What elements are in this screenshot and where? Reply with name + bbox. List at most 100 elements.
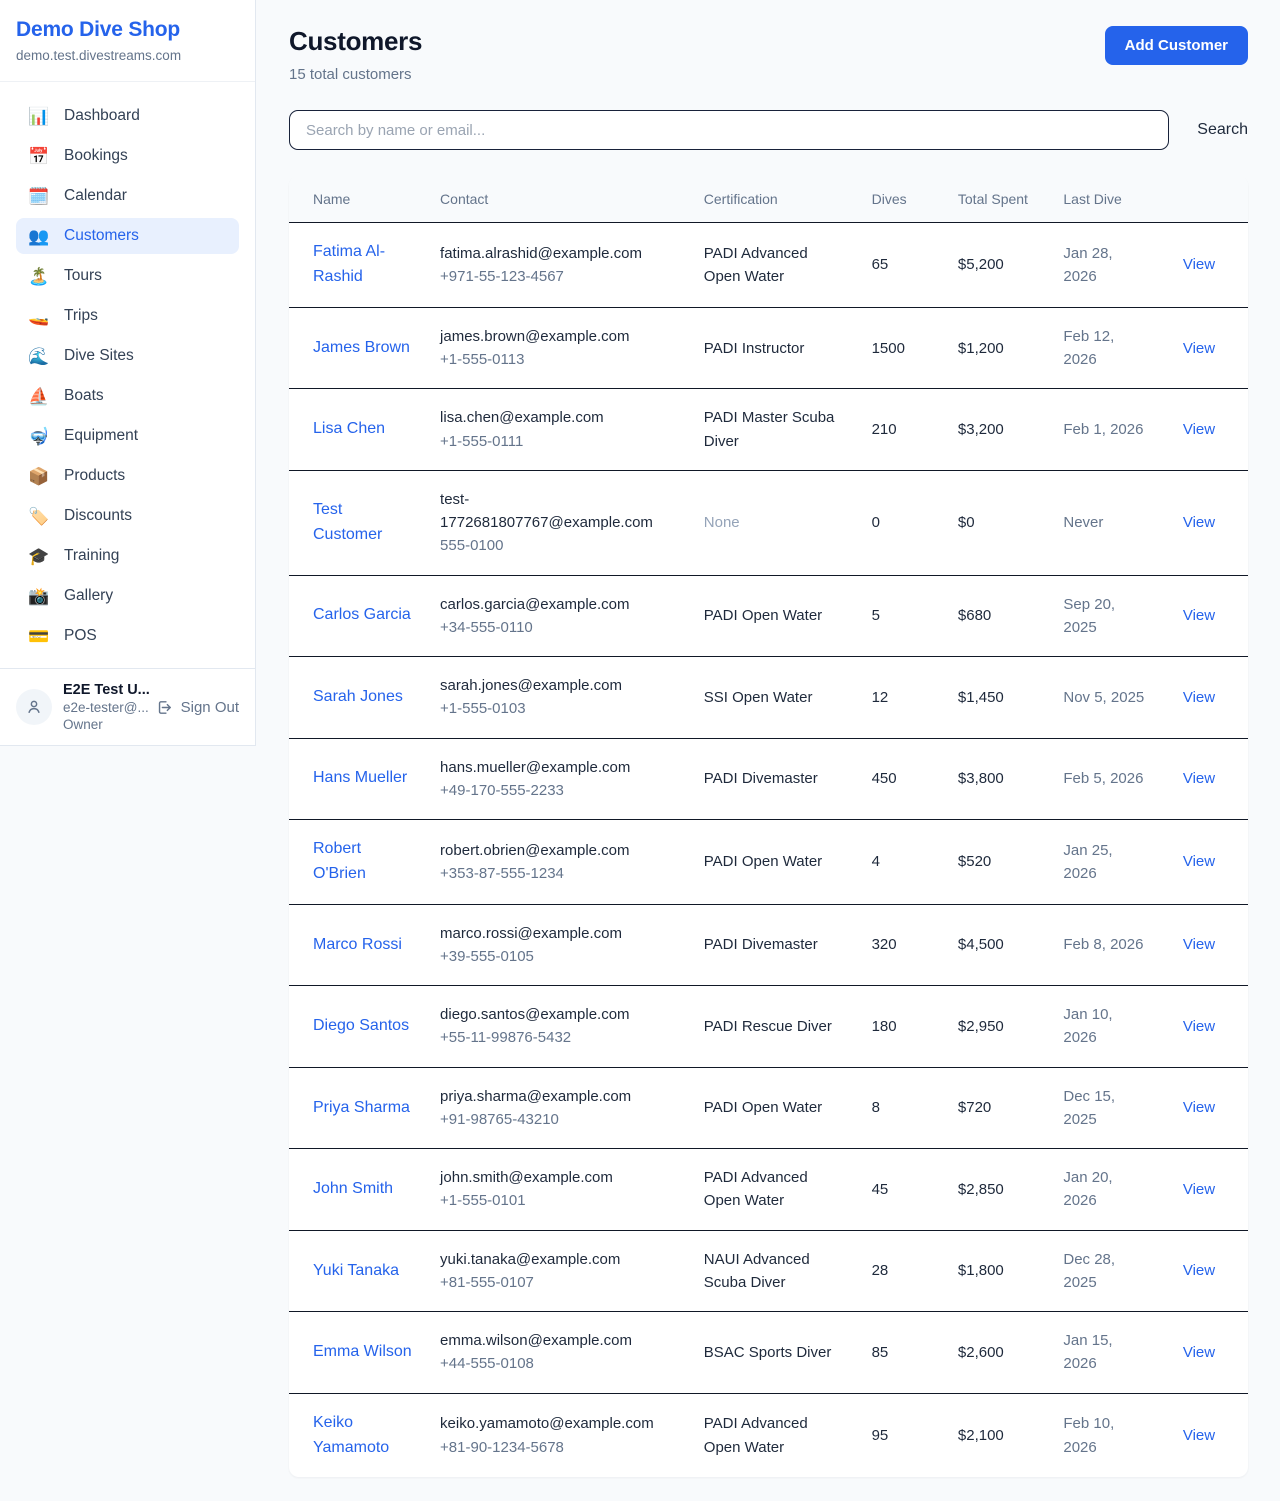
customer-dives: 5 [860, 575, 946, 657]
customer-email: yuki.tanaka@example.com [440, 1248, 680, 1271]
customer-last-dive: Feb 12, 2026 [1051, 307, 1156, 389]
customer-name-link[interactable]: Keiko Yamamoto [313, 1414, 389, 1456]
view-link[interactable]: View [1183, 1427, 1215, 1444]
customer-phone: +1-555-0113 [440, 348, 680, 371]
customer-name-link[interactable]: Emma Wilson [313, 1343, 412, 1360]
view-link[interactable]: View [1183, 689, 1215, 706]
spiral-calendar-icon: 🗓️ [28, 188, 50, 205]
column-header-name: Name [289, 176, 428, 223]
sidebar-item-dashboard[interactable]: 📊 Dashboard [16, 98, 239, 134]
view-link[interactable]: View [1183, 1262, 1215, 1279]
table-row: Hans Mueller hans.mueller@example.com +4… [289, 738, 1248, 820]
view-link[interactable]: View [1183, 256, 1215, 273]
customer-total-spent: $520 [946, 820, 1051, 905]
table-row: Sarah Jones sarah.jones@example.com +1-5… [289, 657, 1248, 739]
customer-name-link[interactable]: John Smith [313, 1180, 393, 1197]
customer-dives: 45 [860, 1149, 946, 1231]
customer-name-link[interactable]: Fatima Al-Rashid [313, 243, 385, 285]
customer-name-link[interactable]: Test Customer [313, 501, 382, 543]
view-link[interactable]: View [1183, 421, 1215, 438]
view-link[interactable]: View [1183, 1099, 1215, 1116]
sidebar-item-boats[interactable]: ⛵ Boats [16, 378, 239, 414]
sidebar-item-discounts[interactable]: 🏷️ Discounts [16, 498, 239, 534]
sidebar-item-equipment[interactable]: 🤿 Equipment [16, 418, 239, 454]
column-header-contact: Contact [428, 176, 692, 223]
view-link[interactable]: View [1183, 1181, 1215, 1198]
customer-dives: 8 [860, 1067, 946, 1149]
customer-name-link[interactable]: Hans Mueller [313, 769, 407, 786]
table-header-row: Name Contact Certification Dives Total S… [289, 176, 1248, 223]
view-link[interactable]: View [1183, 853, 1215, 870]
sidebar-item-label: POS [64, 627, 97, 645]
sidebar-item-gallery[interactable]: 📸 Gallery [16, 578, 239, 614]
table-row: Diego Santos diego.santos@example.com +5… [289, 986, 1248, 1068]
customer-total-spent: $5,200 [946, 223, 1051, 308]
customer-total-spent: $1,450 [946, 657, 1051, 739]
sidebar-item-trips[interactable]: 🚤 Trips [16, 298, 239, 334]
customer-phone: +39-555-0105 [440, 945, 680, 968]
brand: Demo Dive Shop demo.test.divestreams.com [0, 0, 255, 82]
sidebar-item-tours[interactable]: 🏝️ Tours [16, 258, 239, 294]
sidebar-item-calendar[interactable]: 🗓️ Calendar [16, 178, 239, 214]
sidebar-item-label: Discounts [64, 507, 132, 525]
table-row: Test Customer test-1772681807767@example… [289, 470, 1248, 575]
user-icon [25, 698, 43, 716]
table-row: Fatima Al-Rashid fatima.alrashid@example… [289, 223, 1248, 308]
customer-name-link[interactable]: Priya Sharma [313, 1099, 410, 1116]
package-icon: 📦 [28, 468, 50, 485]
customer-last-dive: Feb 10, 2026 [1051, 1393, 1156, 1477]
view-link[interactable]: View [1183, 514, 1215, 531]
table-row: Keiko Yamamoto keiko.yamamoto@example.co… [289, 1393, 1248, 1477]
sidebar-item-label: Bookings [64, 147, 128, 165]
search-input[interactable] [289, 110, 1169, 150]
sidebar-item-bookings[interactable]: 📅 Bookings [16, 138, 239, 174]
add-customer-button[interactable]: Add Customer [1105, 26, 1248, 65]
sailboat-icon: ⛵ [28, 388, 50, 405]
customer-phone: +81-90-1234-5678 [440, 1436, 680, 1459]
customer-phone: 555-0100 [440, 534, 680, 557]
customer-name-link[interactable]: Diego Santos [313, 1017, 409, 1034]
view-link[interactable]: View [1183, 1018, 1215, 1035]
search-button[interactable]: Search [1197, 121, 1248, 139]
customer-certification: PADI Divemaster [692, 904, 860, 986]
view-link[interactable]: View [1183, 340, 1215, 357]
customer-name-link[interactable]: Sarah Jones [313, 688, 403, 705]
customer-name-link[interactable]: Yuki Tanaka [313, 1262, 399, 1279]
sidebar-item-customers[interactable]: 👥 Customers [16, 218, 239, 254]
customer-certification: PADI Advanced Open Water [692, 223, 860, 308]
customer-total-spent: $2,100 [946, 1393, 1051, 1477]
customer-email: priya.sharma@example.com [440, 1085, 680, 1108]
column-header-actions [1157, 176, 1248, 223]
sidebar-item-pos[interactable]: 💳 POS [16, 618, 239, 654]
customer-name-link[interactable]: Lisa Chen [313, 420, 385, 437]
customer-dives: 12 [860, 657, 946, 739]
customer-name-link[interactable]: Marco Rossi [313, 936, 402, 953]
sidebar-item-label: Tours [64, 267, 102, 285]
sidebar-item-products[interactable]: 📦 Products [16, 458, 239, 494]
customer-email: emma.wilson@example.com [440, 1329, 680, 1352]
sidebar-item-label: Products [64, 467, 125, 485]
diving-mask-icon: 🤿 [28, 428, 50, 445]
people-icon: 👥 [28, 228, 50, 245]
customer-email: robert.obrien@example.com [440, 839, 680, 862]
customer-name-link[interactable]: Carlos Garcia [313, 606, 411, 623]
customer-name-link[interactable]: Robert O'Brien [313, 840, 366, 882]
customer-name-link[interactable]: James Brown [313, 339, 410, 356]
view-link[interactable]: View [1183, 936, 1215, 953]
customer-email: diego.santos@example.com [440, 1003, 680, 1026]
sidebar-item-label: Training [64, 547, 119, 565]
sign-out-button[interactable]: Sign Out [156, 699, 239, 716]
view-link[interactable]: View [1183, 607, 1215, 624]
view-link[interactable]: View [1183, 770, 1215, 787]
column-header-certification: Certification [692, 176, 860, 223]
customer-certification: NAUI Advanced Scuba Diver [692, 1230, 860, 1312]
graduation-cap-icon: 🎓 [28, 548, 50, 565]
customer-email: john.smith@example.com [440, 1166, 680, 1189]
customer-phone: +55-11-99876-5432 [440, 1026, 680, 1049]
customers-table-card: Name Contact Certification Dives Total S… [289, 176, 1248, 1477]
customer-dives: 1500 [860, 307, 946, 389]
island-icon: 🏝️ [28, 268, 50, 285]
view-link[interactable]: View [1183, 1344, 1215, 1361]
sidebar-item-training[interactable]: 🎓 Training [16, 538, 239, 574]
sidebar-item-dive-sites[interactable]: 🌊 Dive Sites [16, 338, 239, 374]
